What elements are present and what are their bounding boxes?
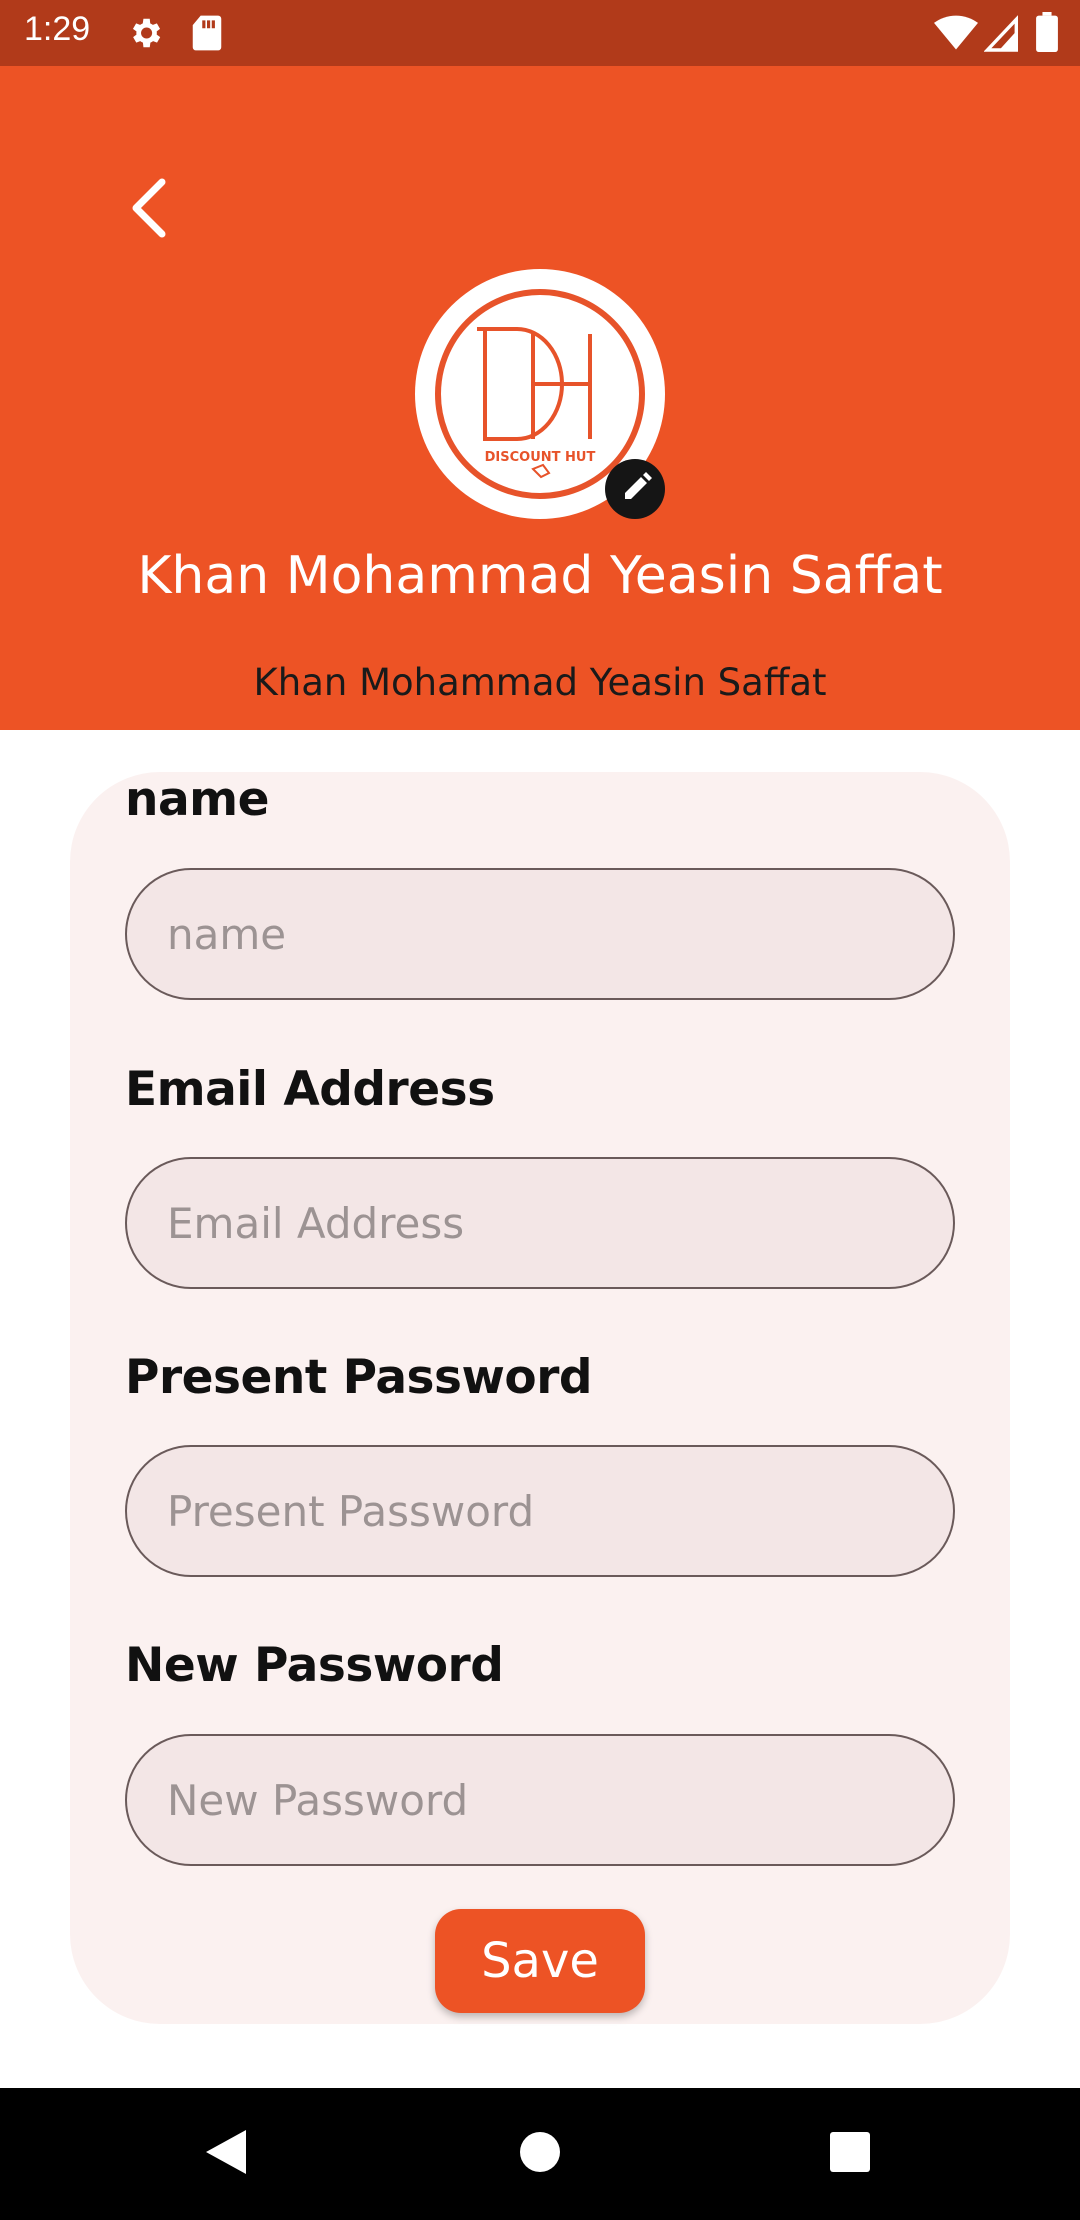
chevron-left-icon <box>110 178 190 252</box>
new-password-input[interactable] <box>125 1734 955 1866</box>
name-input[interactable] <box>125 868 955 1000</box>
profile-form-card: name Email Address Present Password New … <box>70 772 1010 2024</box>
battery-icon <box>1036 12 1058 56</box>
user-subtitle: Khan Mohammad Yeasin Saffat <box>253 661 827 704</box>
recents-square-icon <box>830 2132 870 2176</box>
svg-text:DISCOUNT HUT: DISCOUNT HUT <box>485 450 596 465</box>
navigation-bar <box>0 2088 1080 2220</box>
user-name: Khan Mohammad Yeasin Saffat <box>137 546 943 606</box>
present-password-label: Present Password <box>125 1350 593 1405</box>
status-bar: 1:29 <box>0 0 1080 66</box>
home-circle-icon <box>518 2130 562 2178</box>
status-time: 1:29 <box>24 10 91 48</box>
signal-icon <box>983 14 1018 56</box>
email-input[interactable] <box>125 1157 955 1289</box>
gear-icon <box>126 14 164 56</box>
avatar-container[interactable]: DISCOUNT HUT <box>415 269 665 519</box>
email-label: Email Address <box>125 1062 495 1117</box>
sd-card-icon <box>190 14 224 56</box>
wifi-icon <box>934 14 978 56</box>
nav-back-button[interactable] <box>190 2118 262 2190</box>
save-button[interactable]: Save <box>435 1909 645 2013</box>
profile-header: DISCOUNT HUT Khan Mohammad Yeasin Saffat… <box>0 66 1080 730</box>
edit-avatar-button[interactable] <box>605 459 665 519</box>
nav-home-button[interactable] <box>504 2118 576 2190</box>
back-triangle-icon <box>202 2126 250 2182</box>
pencil-icon <box>605 472 665 523</box>
present-password-input[interactable] <box>125 1445 955 1577</box>
new-password-label: New Password <box>125 1638 504 1693</box>
name-label: name <box>125 772 270 827</box>
nav-recents-button[interactable] <box>814 2118 886 2190</box>
back-button[interactable] <box>110 168 190 248</box>
